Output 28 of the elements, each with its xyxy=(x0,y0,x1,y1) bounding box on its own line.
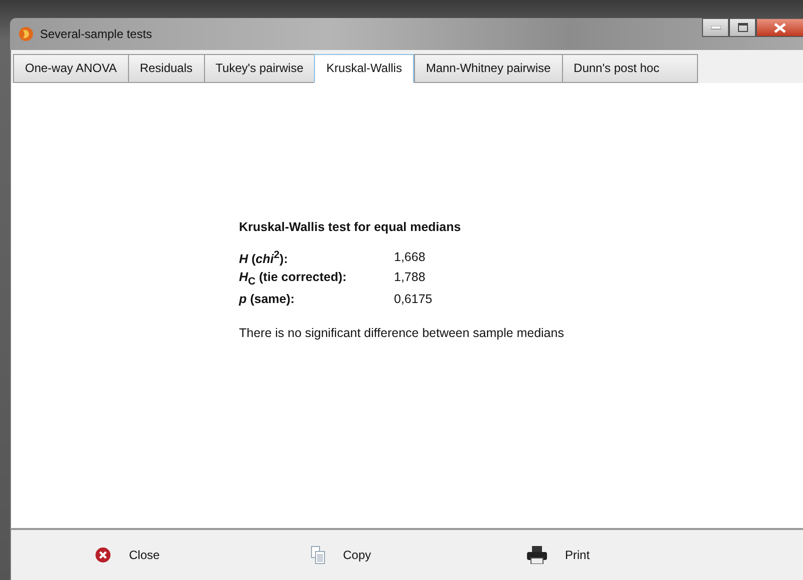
close-button[interactable]: Close xyxy=(91,545,307,565)
copy-icon xyxy=(311,546,325,564)
tab[interactable]: One-way ANOVA xyxy=(13,54,128,83)
tab[interactable]: Kruskal-Wallis xyxy=(314,54,414,83)
maximize-icon xyxy=(738,23,748,32)
stat-label: H (chi$^{2}$): xyxy=(239,250,289,266)
tab[interactable]: Dunn's post hoc xyxy=(562,54,698,83)
maximize-button[interactable] xyxy=(729,18,756,37)
close-icon xyxy=(774,22,786,32)
conclusion-text: There is no significant difference between sample medians xyxy=(239,326,565,340)
stat-value: 1,788 xyxy=(394,270,426,286)
print-button[interactable]: Print xyxy=(523,544,739,566)
stat-value: 0,6175 xyxy=(394,292,434,306)
app-icon xyxy=(18,26,34,42)
copy-button[interactable]: Copy xyxy=(307,544,523,566)
stat-label: H$_{C}$ (tie corrected): xyxy=(239,270,348,288)
window-title: Several-sample tests xyxy=(40,27,152,41)
stat-label: p (same): xyxy=(239,292,296,306)
stat-value: 1,668 xyxy=(394,250,426,266)
tab[interactable]: Tukey's pairwise xyxy=(204,54,314,83)
close-button[interactable] xyxy=(756,18,803,37)
tab[interactable]: Mann-Whitney pairwise xyxy=(414,54,562,83)
minimize-button[interactable] xyxy=(702,18,729,37)
report-heading: Kruskal-Wallis test for equal medians xyxy=(239,220,462,234)
tab[interactable]: Residuals xyxy=(128,54,204,83)
close-icon xyxy=(95,547,111,563)
minimize-icon xyxy=(710,26,720,30)
printer-icon xyxy=(527,546,547,564)
